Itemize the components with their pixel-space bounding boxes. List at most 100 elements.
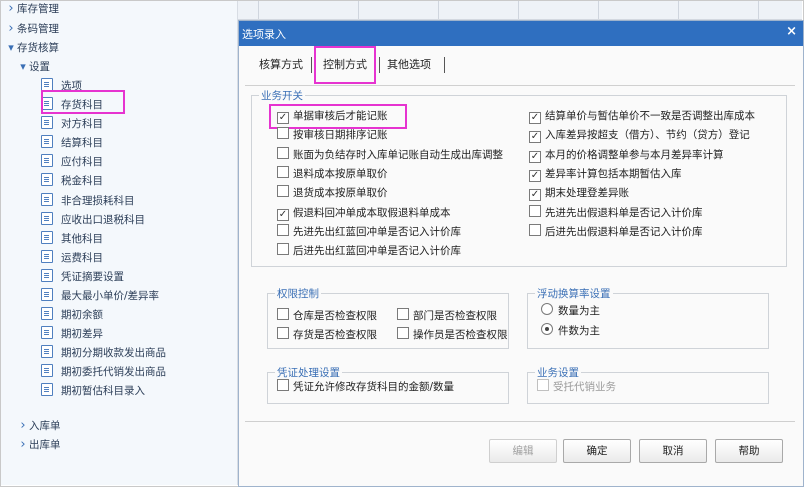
checkmark-icon: ✓ [529,112,541,124]
sidebar-item[interactable]: › 入库单 [17,416,60,435]
checkbox-box [277,165,289,178]
chevron-down-icon[interactable]: ▾ [5,38,17,57]
tab-divider [311,57,312,73]
option-checkbox[interactable]: 操作员是否检查权限 [397,327,508,343]
option-checkbox[interactable]: 凭证允许修改存货科目的金额/数量 [277,379,454,395]
sidebar-item[interactable]: › 出库单 [17,435,60,454]
option-checkbox[interactable]: 退货成本按原单取价 [277,185,388,201]
dialog-titlebar[interactable]: 选项录入 × [239,21,803,46]
sidebar-item[interactable]: 税金科目 [41,171,103,190]
ok-button[interactable]: 确定 [563,439,631,463]
chevron-right-icon[interactable]: › [17,416,29,435]
sidebar-item[interactable]: › 库存管理 [5,1,59,18]
help-button[interactable]: 帮助 [715,439,783,463]
option-checkbox[interactable]: ✓ 入库差异按超支（借方）、节约（贷方）登记 [529,127,750,144]
checkmark-icon: ✓ [529,189,541,202]
voucher-label: 凭证处理设置 [275,365,342,380]
option-checkbox[interactable]: ✓ 期末处理登差异账 [529,185,629,202]
sidebar-item[interactable]: 期初分期收款发出商品 [41,343,166,362]
edit-button[interactable]: 编辑 [489,439,557,463]
sidebar-item-label: 对方科目 [61,118,103,130]
sidebar-item[interactable]: 对方科目 [41,114,103,133]
sidebar-item[interactable]: 结算科目 [41,133,103,152]
sidebar-item-label: 存货核算 [17,42,59,54]
tab-underline [245,85,795,86]
sidebar-item[interactable]: 期初余额 [41,305,103,324]
checkbox-box [529,223,541,236]
option-label: 差异率计算包括本期暂估入库 [545,167,682,180]
document-icon [41,212,53,225]
option-checkbox[interactable]: 账面为负结存时入库单记账自动生成出库调整 [277,146,503,163]
cancel-button[interactable]: 取消 [639,439,707,463]
exchange-rate-label: 浮动换算率设置 [535,286,613,301]
sidebar-item-label: 运费科目 [61,252,103,264]
option-checkbox[interactable]: ✓ 本月的价格调整单参与本月差异率计算 [529,147,724,163]
exchange-rate-radio[interactable]: 件数为主 [541,323,600,339]
checkmark-icon: ✓ [529,131,541,144]
chevron-right-icon[interactable]: › [5,19,17,38]
option-checkbox[interactable]: 退料成本按原单取价 [277,165,388,182]
checkbox-box [277,379,289,391]
option-checkbox[interactable]: 部门是否检查权限 [397,308,497,324]
tab-other-options[interactable]: 其他选项 [387,55,431,75]
option-checkbox[interactable]: 存货是否检查权限 [277,327,377,343]
sidebar-item[interactable]: › 条码管理 [5,19,59,38]
checkbox-box [529,204,541,217]
option-label: 仓库是否检查权限 [293,310,377,322]
sidebar-item[interactable]: 最大最小单价/差异率 [41,286,159,305]
option-checkbox[interactable]: 受托代销业务 [537,379,616,395]
sidebar-item-label: 凭证摘要设置 [61,271,124,283]
sidebar-item[interactable]: 应付科目 [41,152,103,171]
option-label: 后进先出红蓝回冲单是否记入计价库 [293,245,461,258]
option-checkbox[interactable]: 仓库是否检查权限 [277,308,377,324]
option-checkbox[interactable]: 后进先出红蓝回冲单是否记入计价库 [277,243,461,259]
sidebar-item[interactable]: 非合理损耗科目 [41,191,135,210]
sidebar-item-label: 最大最小单价/差异率 [61,290,160,302]
option-checkbox[interactable]: 按审核日期排序记账 [277,127,388,143]
tab-accounting-method[interactable]: 核算方式 [259,55,303,75]
close-icon[interactable]: × [786,24,797,39]
document-icon [41,231,53,244]
chevron-right-icon[interactable]: › [17,435,29,454]
option-checkbox[interactable]: 先进先出假退料单是否记入计价库 [529,204,703,221]
checkbox-box [277,243,289,256]
sidebar-item[interactable]: 期初委托代销发出商品 [41,362,166,381]
radio-button [541,323,553,335]
option-checkbox[interactable]: 先进先出红蓝回冲单是否记入计价库 [277,223,461,240]
sidebar-item[interactable]: 运费科目 [41,248,103,267]
sidebar-item[interactable]: 凭证摘要设置 [41,267,124,286]
sidebar-item-label: 税金科目 [61,175,103,187]
option-checkbox[interactable]: ✓ 结算单价与暂估单价不一致是否调整出库成本 [529,108,755,124]
document-icon [41,173,53,186]
sidebar-item[interactable]: ▾ 设置 [17,57,50,76]
chevron-right-icon[interactable]: › [5,1,17,18]
option-checkbox[interactable]: ✓ 假退料回冲单成本取假退料单成本 [277,205,451,221]
document-icon [41,116,53,129]
sidebar-item-label: 设置 [29,61,50,73]
checkbox-box [397,327,409,339]
sidebar-item[interactable]: 期初差异 [41,324,103,343]
option-checkbox[interactable]: 后进先出假退料单是否记入计价库 [529,223,703,240]
tab-divider [379,57,380,73]
option-label: 部门是否检查权限 [413,310,497,322]
active-tab-highlight [314,46,376,84]
sidebar-item-label: 条码管理 [17,23,59,35]
exchange-rate-radio[interactable]: 数量为主 [541,303,600,319]
document-icon [41,345,53,358]
option-label: 结算单价与暂估单价不一致是否调整出库成本 [545,110,755,122]
document-icon [41,269,53,282]
option-checkbox[interactable]: ✓ 差异率计算包括本期暂估入库 [529,166,682,182]
document-icon [41,135,53,148]
sidebar-item[interactable]: 期初暂估科目录入 [41,381,145,400]
checkbox-box [277,127,289,140]
sidebar-item[interactable]: 应收出口退税科目 [41,210,145,229]
chevron-down-icon[interactable]: ▾ [17,57,29,76]
sidebar-item[interactable]: 其他科目 [41,229,103,248]
navigation-tree: › 库存管理 › 条码管理 ▾ 存货核算 ▾ 设置 选项 存货科目 对方科目 结算科目 应付科目 税金科目… [1,1,238,485]
option-checkbox[interactable]: ✓ 单据审核后才能记账 [277,108,388,124]
option-label: 受托代销业务 [553,381,616,393]
sidebar-item[interactable]: ▾ 存货核算 [5,38,59,57]
options-dialog: 选项录入 × 核算方式 控制方式 其他选项 业务开关 权限控制 浮动换算率设置 … [238,20,804,487]
sidebar-item-label: 应收出口退税科目 [61,214,145,226]
document-icon [41,364,53,377]
